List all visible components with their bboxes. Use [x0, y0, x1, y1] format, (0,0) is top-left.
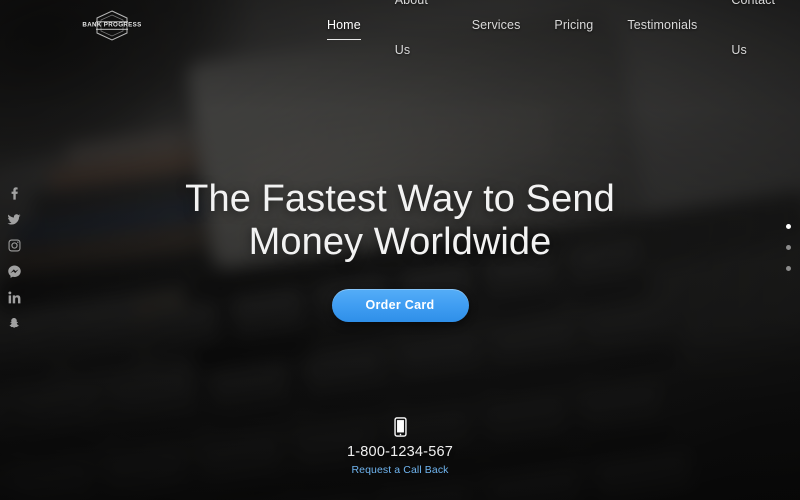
mobile-phone-icon	[393, 417, 407, 437]
nav-item-about-us[interactable]: About Us	[378, 0, 455, 75]
headline-line-2: Money Worldwide	[248, 220, 552, 263]
nav-item-services[interactable]: Services	[455, 0, 538, 50]
request-call-back-link[interactable]: Request a Call Back	[351, 464, 448, 476]
messenger-icon[interactable]	[6, 263, 22, 279]
page-title: The Fastest Way to Send Money Worldwide	[80, 178, 720, 263]
contact-block: 1-800-1234-567 Request a Call Back	[0, 417, 800, 476]
slider-dot-2[interactable]	[786, 245, 791, 250]
slider-dot-3[interactable]	[786, 266, 791, 271]
phone-number[interactable]: 1-800-1234-567	[347, 444, 453, 460]
social-links-rail	[6, 185, 22, 331]
facebook-icon[interactable]	[6, 185, 22, 201]
headline-line-1: The Fastest Way to Send	[185, 178, 615, 220]
nav-item-home[interactable]: Home	[310, 0, 378, 50]
hero-slider-stage: BANK PROGRESS Home About Us Services Pri…	[0, 0, 800, 500]
brand-name: BANK PROGRESS	[82, 21, 142, 29]
nav-item-testimonials[interactable]: Testimonials	[610, 0, 714, 50]
brand-logo[interactable]: BANK PROGRESS	[82, 8, 142, 42]
order-card-button[interactable]: Order Card	[331, 289, 469, 323]
snapchat-icon[interactable]	[6, 315, 22, 331]
nav-item-contact-us[interactable]: Contact Us	[714, 0, 800, 75]
linkedin-icon[interactable]	[6, 289, 22, 305]
slider-dot-1[interactable]	[786, 224, 791, 229]
site-header: BANK PROGRESS Home About Us Services Pri…	[0, 0, 800, 57]
twitter-icon[interactable]	[6, 211, 22, 227]
main-navigation: Home About Us Services Pricing Testimoni…	[310, 0, 800, 57]
instagram-icon[interactable]	[6, 237, 22, 253]
nav-item-pricing[interactable]: Pricing	[537, 0, 610, 50]
slider-pagination	[786, 224, 791, 271]
